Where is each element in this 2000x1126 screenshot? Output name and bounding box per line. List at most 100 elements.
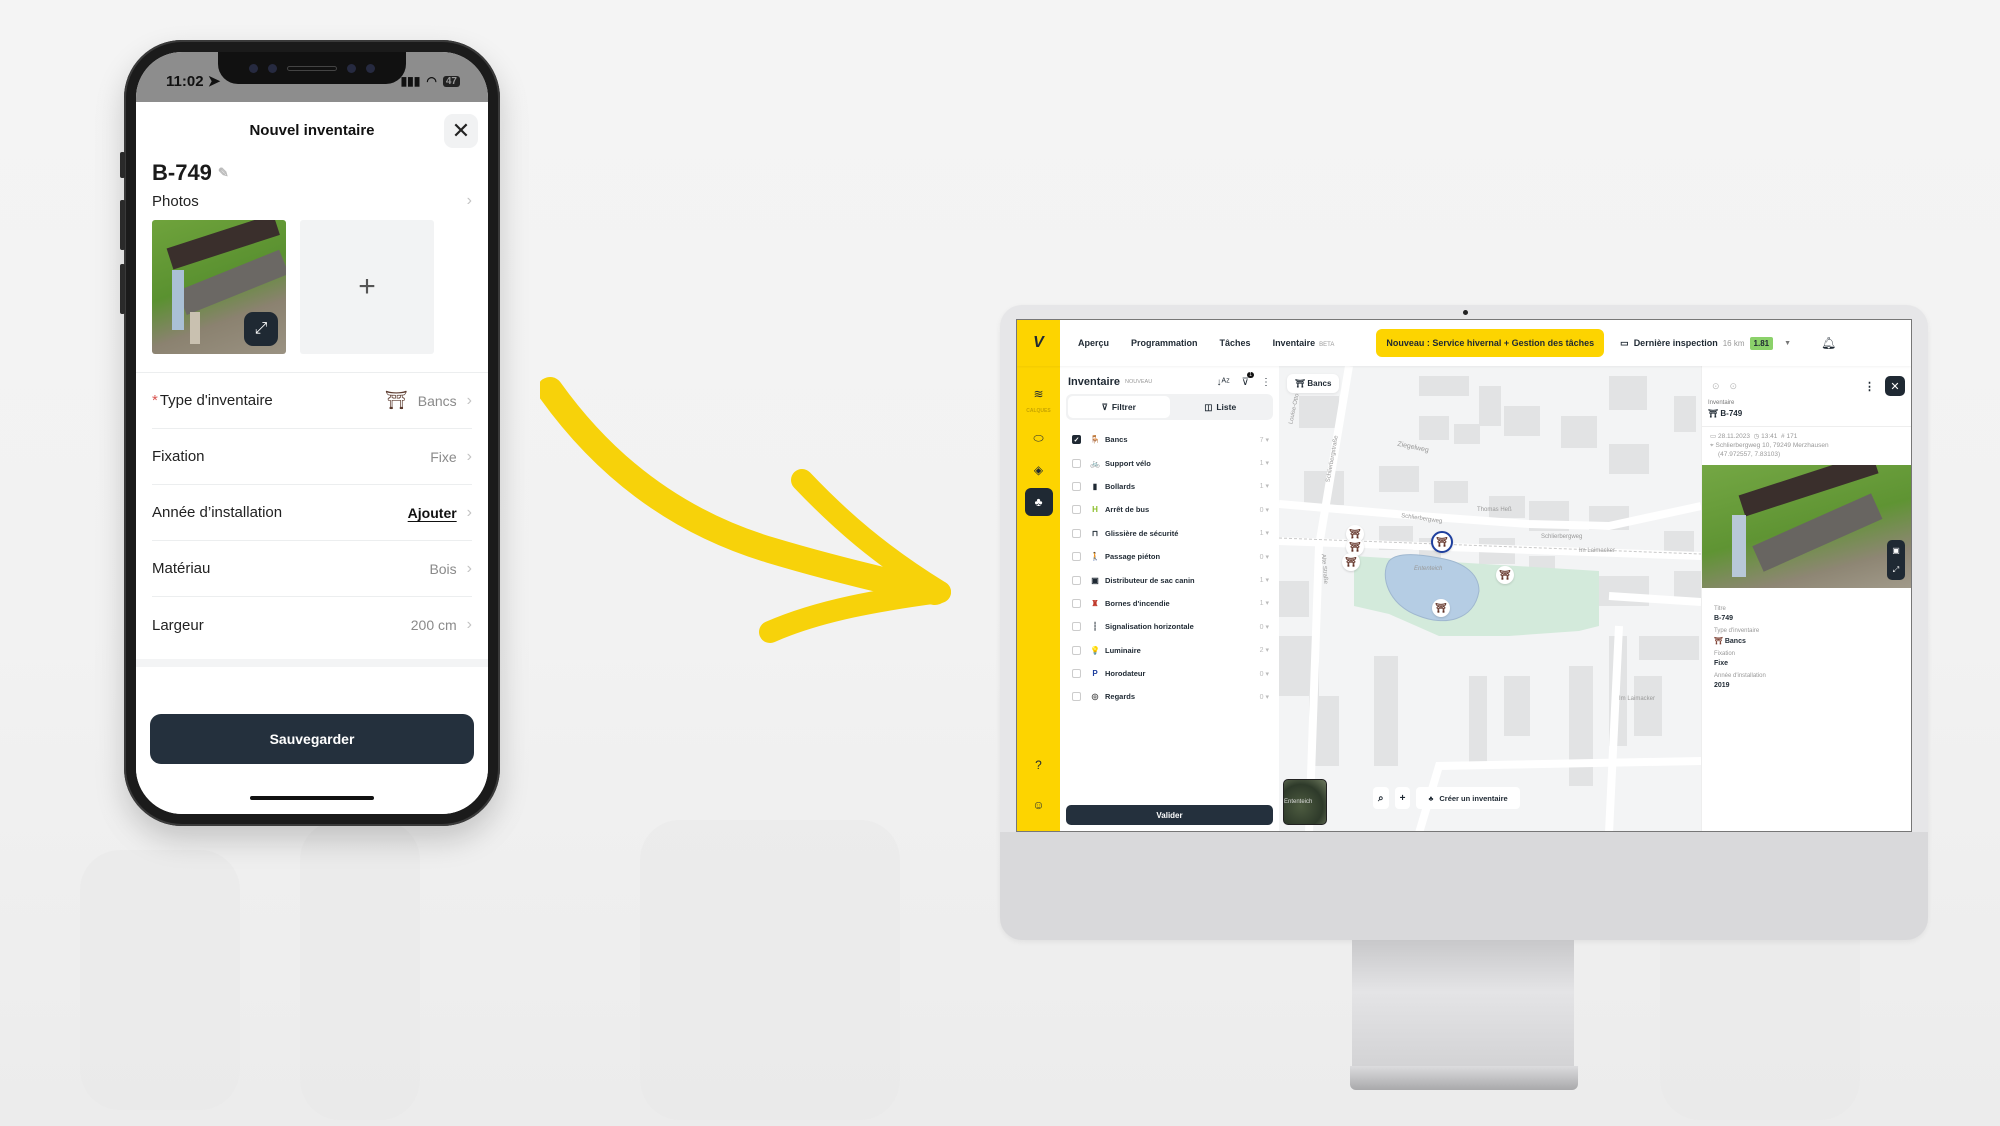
category-name: Bancs: [1105, 435, 1128, 445]
category-checkbox[interactable]: [1072, 575, 1081, 585]
category-row[interactable]: ◎ Regards 0 ▾: [1060, 685, 1279, 708]
tab-list[interactable]: ◫ Liste: [1170, 396, 1272, 418]
image-edit-icon[interactable]: ▣: [1892, 546, 1900, 555]
help-icon[interactable]: ?: [1025, 751, 1053, 779]
category-count[interactable]: 1 ▾: [1260, 576, 1269, 584]
next-icon[interactable]: ⊙: [1712, 381, 1720, 392]
category-count[interactable]: 2 ▾: [1260, 646, 1269, 654]
nav-programmation[interactable]: Programmation: [1131, 338, 1198, 348]
category-checkbox[interactable]: [1072, 505, 1081, 515]
pencil-icon[interactable]: ✎: [218, 165, 229, 181]
category-count[interactable]: 1 ▾: [1260, 599, 1269, 607]
category-row[interactable]: 🚲 Support vélo 1 ▾: [1060, 451, 1279, 474]
category-count[interactable]: 0 ▾: [1260, 670, 1269, 678]
pothole-icon[interactable]: ⬭: [1025, 424, 1053, 452]
map-view[interactable]: ⛩ Bancs Ziegelweg Schlierbergstraße Schl…: [1279, 366, 1701, 831]
category-checkbox[interactable]: ✓: [1072, 435, 1081, 445]
category-checkbox[interactable]: [1072, 458, 1081, 468]
promo-banner[interactable]: Nouveau : Service hivernal + Gestion des…: [1376, 329, 1605, 357]
category-row[interactable]: ⊓ Glissière de sécurité 1 ▾: [1060, 522, 1279, 545]
category-checkbox[interactable]: [1072, 552, 1081, 562]
bench-marker[interactable]: ⛩: [1496, 566, 1514, 584]
zoom-in-icon[interactable]: +: [1394, 787, 1411, 809]
category-count[interactable]: 1 ▾: [1260, 482, 1269, 490]
sheet-header: Nouvel inventaire ✕: [136, 102, 488, 158]
category-name: Luminaire: [1105, 645, 1141, 655]
field-fixation[interactable]: Fixation Fixe ›: [152, 429, 472, 485]
logo[interactable]: V: [1017, 320, 1060, 366]
bench-marker-selected[interactable]: ⛩: [1431, 531, 1453, 553]
inventory-icon[interactable]: ♣: [1024, 488, 1053, 516]
tab-filter[interactable]: ⊽ Filtrer: [1068, 396, 1170, 418]
satellite-toggle[interactable]: Ententeich: [1283, 779, 1327, 825]
add-year-link[interactable]: Ajouter: [408, 505, 457, 521]
more-vertical-icon[interactable]: ⋮: [1864, 380, 1875, 393]
more-vertical-icon[interactable]: ⋮: [1261, 377, 1271, 388]
user-icon[interactable]: ☺: [1025, 791, 1053, 819]
category-checkbox[interactable]: [1072, 481, 1081, 491]
last-inspection-selector[interactable]: ▭ Dernière inspection 16 km 1.81 ▼: [1620, 336, 1791, 350]
category-count[interactable]: 1 ▾: [1260, 529, 1269, 537]
category-name: Bornes d'incendie: [1105, 598, 1170, 608]
close-button[interactable]: ✕: [1885, 376, 1905, 396]
bench-marker[interactable]: ⛩: [1432, 599, 1450, 617]
category-count[interactable]: 0 ▾: [1260, 506, 1269, 514]
field-material[interactable]: Matériau Bois ›: [152, 541, 472, 597]
category-count[interactable]: 0 ▾: [1260, 553, 1269, 561]
previous-icon[interactable]: ⊙: [1730, 381, 1738, 392]
category-row[interactable]: ♜ Bornes d'incendie 1 ▾: [1060, 592, 1279, 615]
category-row[interactable]: ▣ Distributeur de sac canin 1 ▾: [1060, 568, 1279, 591]
category-row[interactable]: ┆ Signalisation horizontale 0 ▾: [1060, 615, 1279, 638]
field-label: * Type d'inventaire: [152, 392, 273, 409]
expand-photo-button[interactable]: ⤢: [244, 312, 278, 346]
main-nav: Aperçu Programmation Tâches Inventaire BE…: [1060, 338, 1334, 348]
map-filter-chip[interactable]: ⛩ Bancs: [1287, 374, 1340, 393]
search-icon[interactable]: ⌕: [1373, 787, 1389, 809]
field-value: 200 cm: [410, 617, 457, 633]
category-count[interactable]: 0 ▾: [1260, 623, 1269, 631]
save-button[interactable]: Sauvegarder: [150, 714, 474, 764]
category-count[interactable]: 0 ▾: [1260, 693, 1269, 701]
bell-icon[interactable]: 🔔︎: [1821, 336, 1836, 350]
category-checkbox[interactable]: [1072, 645, 1081, 655]
field-type[interactable]: * Type d'inventaire ⛩ Bancs ›: [152, 373, 472, 429]
field-installation-year[interactable]: Année d’installation Ajouter ›: [152, 485, 472, 541]
new-badge: NOUVEAU: [1124, 379, 1153, 385]
create-inventory-button[interactable]: ♣ Créer un inventaire: [1416, 787, 1520, 809]
street-label: Im Laimacker: [1579, 548, 1616, 554]
category-row[interactable]: 🚶 Passage piéton 0 ▾: [1060, 545, 1279, 568]
category-checkbox[interactable]: [1072, 622, 1081, 632]
bench-photo[interactable]: ⤢: [152, 220, 286, 354]
monitor-stand-base: [1350, 1066, 1578, 1090]
sort-az-icon[interactable]: ↓ᴬᶻ: [1217, 377, 1230, 388]
category-row[interactable]: 💡 Luminaire 2 ▾: [1060, 639, 1279, 662]
field-width[interactable]: Largeur 200 cm ›: [152, 597, 472, 653]
nav-apercu[interactable]: Aperçu: [1078, 338, 1109, 348]
category-row[interactable]: ✓ 🪑 Bancs 7 ▾: [1060, 428, 1279, 451]
validate-button[interactable]: Valider: [1066, 805, 1273, 825]
close-button[interactable]: ✕: [444, 114, 478, 148]
category-count[interactable]: 1 ▾: [1260, 459, 1269, 467]
nav-taches[interactable]: Tâches: [1220, 338, 1251, 348]
photos-row[interactable]: Photos ›: [136, 186, 488, 216]
beta-badge: BETA: [1319, 342, 1335, 348]
road-sign-icon[interactable]: ◈: [1025, 456, 1053, 484]
bench-marker[interactable]: ⛩: [1342, 553, 1360, 571]
detail-bench-photo[interactable]: ▣ ⤢: [1702, 465, 1911, 589]
field-value: Bois: [429, 560, 457, 577]
nav-inventaire[interactable]: Inventaire BETA: [1273, 338, 1335, 348]
category-checkbox[interactable]: [1072, 528, 1081, 538]
category-row[interactable]: H Arrêt de bus 0 ▾: [1060, 498, 1279, 521]
add-photo-button[interactable]: +: [300, 220, 434, 354]
clear-filter-icon[interactable]: ⊽ 1: [1242, 371, 1254, 388]
category-checkbox[interactable]: [1072, 669, 1081, 679]
category-row[interactable]: P Horodateur 0 ▾: [1060, 662, 1279, 685]
category-checkbox[interactable]: [1072, 598, 1081, 608]
category-checkbox[interactable]: [1072, 692, 1081, 702]
category-row[interactable]: ▮ Bollards 1 ▾: [1060, 475, 1279, 498]
inspection-label: Dernière inspection: [1633, 338, 1718, 348]
photo-tools: ▣ ⤢: [1887, 540, 1905, 581]
expand-icon[interactable]: ⤢: [1893, 565, 1899, 575]
layers-icon[interactable]: ≋: [1025, 380, 1053, 408]
category-count[interactable]: 7 ▾: [1260, 436, 1269, 444]
